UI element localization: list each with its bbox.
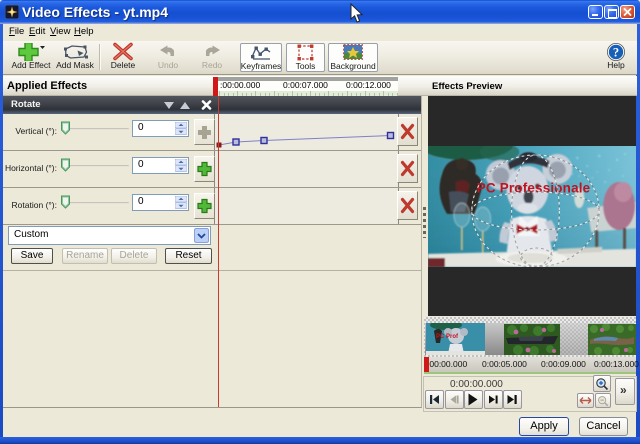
svg-text:PC Professionale: PC Professionale: [477, 180, 591, 195]
svg-text:?: ?: [613, 45, 619, 59]
svg-text:PC Prof: PC Prof: [436, 334, 459, 340]
